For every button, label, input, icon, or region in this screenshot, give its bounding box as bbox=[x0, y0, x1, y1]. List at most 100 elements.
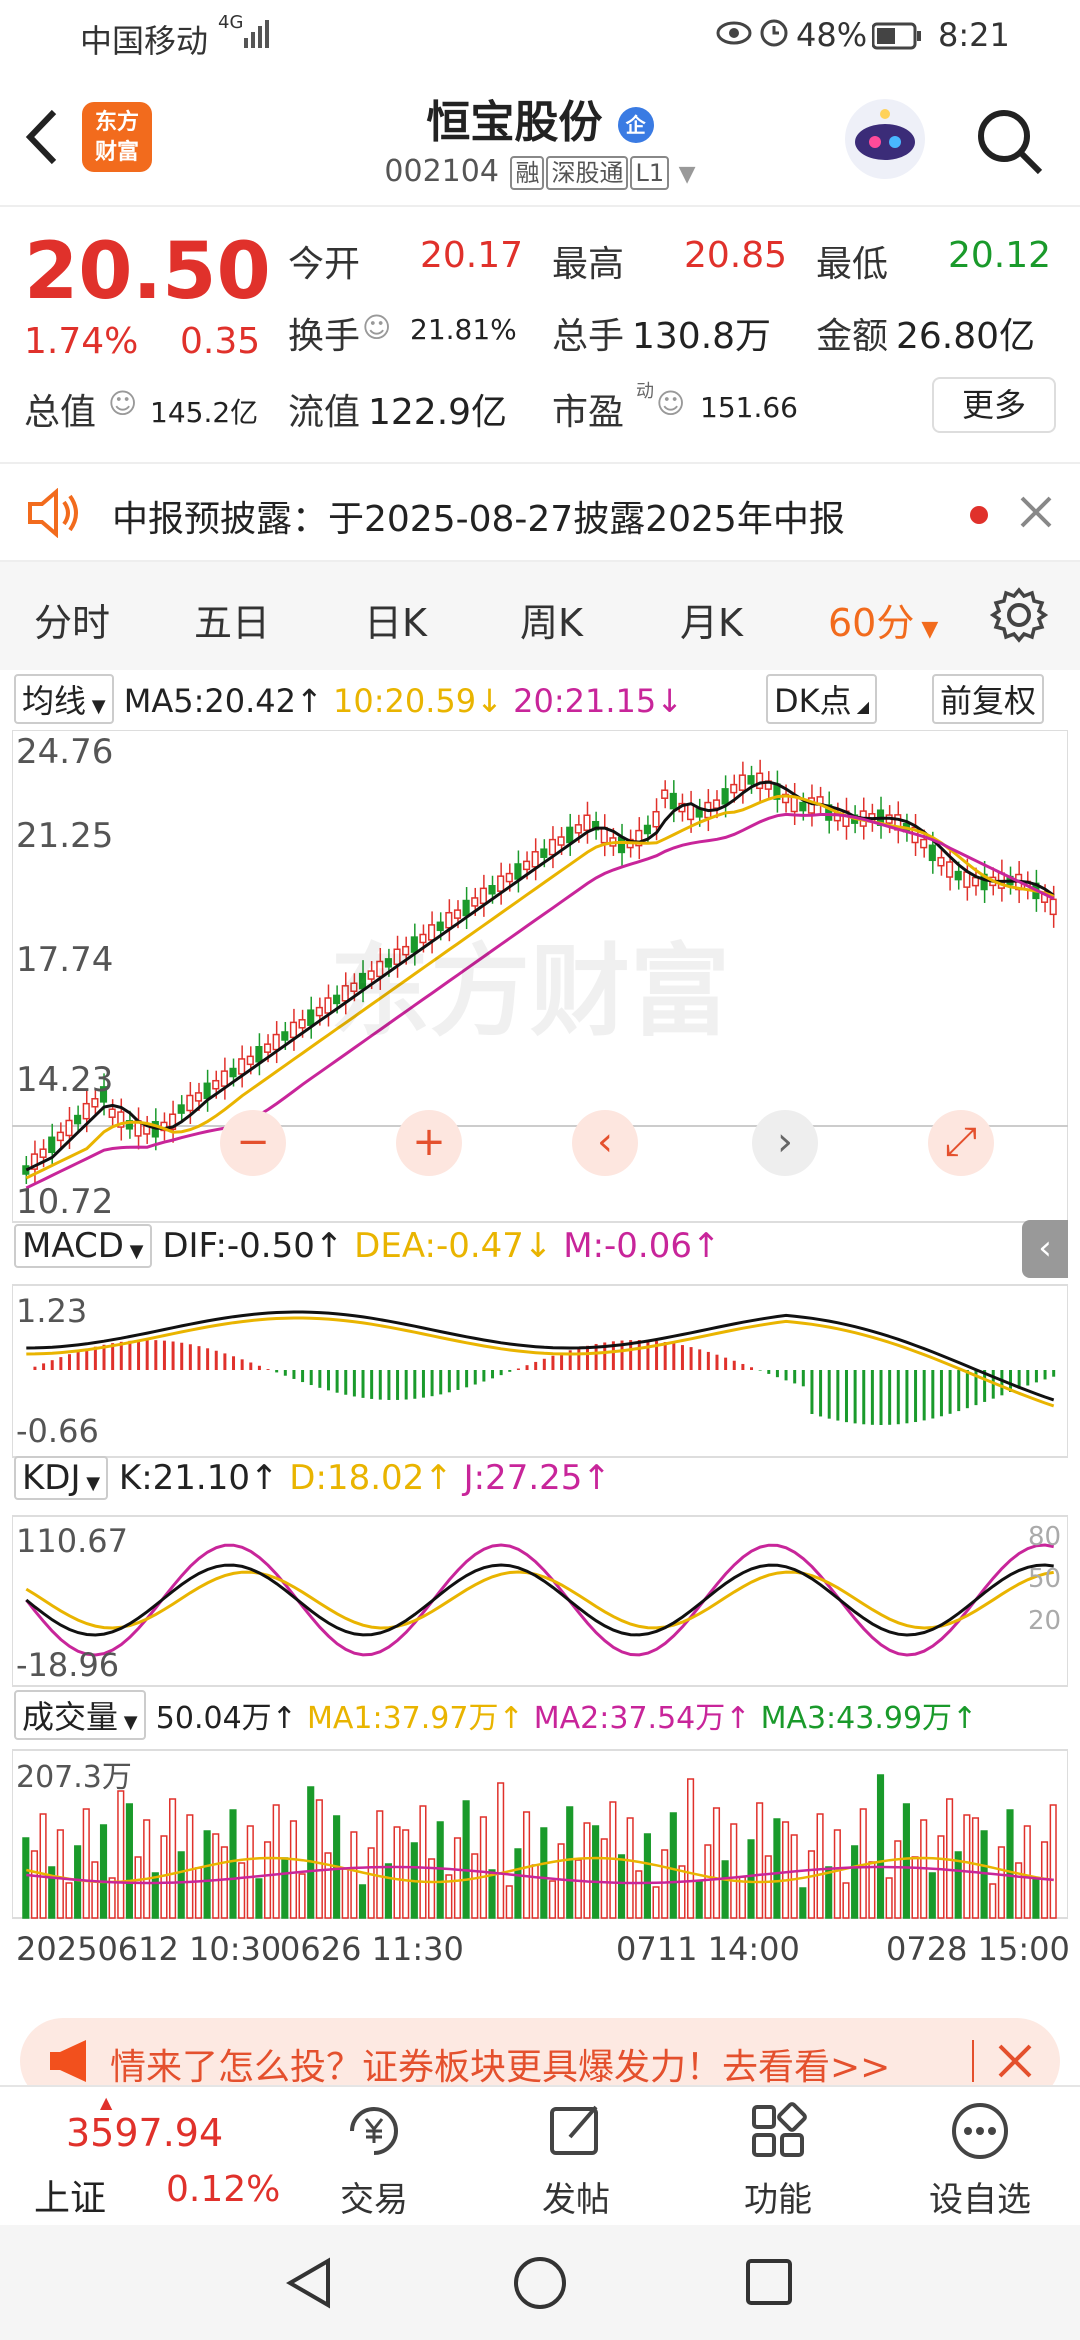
volume-bar bbox=[712, 1807, 721, 1919]
turnover-value: 21.81% bbox=[410, 313, 517, 346]
close-icon[interactable] bbox=[1018, 494, 1054, 534]
close-icon[interactable] bbox=[996, 2042, 1034, 2084]
volume-bar bbox=[678, 1865, 686, 1919]
candlestick bbox=[238, 1058, 246, 1075]
volume-bar bbox=[419, 1805, 427, 1919]
notice-bar[interactable]: 中报预披露：于2025-08-27披露2025年中报 bbox=[0, 462, 1080, 562]
candlestick bbox=[272, 1033, 280, 1051]
macd-selector[interactable]: MACD ▼ bbox=[14, 1224, 152, 1268]
candlestick bbox=[643, 824, 651, 835]
volume-label: 总手 bbox=[552, 316, 625, 357]
adjust-button[interactable]: 前复权 bbox=[932, 674, 1045, 724]
vol-ma1-label: MA1:37.97万↑ bbox=[306, 1701, 524, 1736]
volume-bar bbox=[799, 1887, 807, 1919]
volume-selector[interactable]: 成交量 ▼ bbox=[14, 1690, 146, 1740]
candlestick bbox=[1049, 898, 1057, 916]
nav-trade[interactable]: 交易 bbox=[294, 2099, 454, 2221]
volume-bar bbox=[1006, 1809, 1014, 1919]
robot-avatar-icon[interactable] bbox=[842, 96, 928, 186]
volume-bar bbox=[281, 1857, 289, 1919]
volume-bar bbox=[574, 1859, 582, 1919]
scroll-left-button[interactable]: ‹ bbox=[572, 1110, 638, 1176]
scroll-right-button[interactable]: › bbox=[752, 1110, 818, 1176]
candlestick bbox=[307, 1009, 315, 1026]
d-line bbox=[25, 1570, 1054, 1630]
volume-bar bbox=[453, 1837, 462, 1919]
tab-five-day[interactable]: 五日 bbox=[194, 592, 270, 647]
volume-bar bbox=[436, 1821, 444, 1919]
price-tick: 17.74 bbox=[16, 940, 114, 980]
candlestick bbox=[56, 1131, 64, 1142]
zoom-in-button[interactable]: + bbox=[396, 1110, 462, 1176]
candlestick bbox=[194, 1092, 203, 1102]
nav-set-watchlist[interactable]: 设自选 bbox=[900, 2099, 1060, 2221]
volume-bar bbox=[384, 1863, 392, 1919]
kline-chart[interactable]: 均线 ▼ MA5:20.42↑ 10:20.59↓ 20:21.15↓ DK点 … bbox=[0, 670, 1080, 2000]
j-label: J:27.25↑ bbox=[463, 1458, 611, 1498]
candlestick bbox=[74, 1114, 82, 1125]
more-button[interactable]: 更多 bbox=[932, 377, 1056, 433]
volume-bar bbox=[212, 1833, 220, 1919]
volume-bar bbox=[617, 1854, 626, 1919]
volume-bar bbox=[108, 1877, 116, 1919]
settings-gear-icon[interactable] bbox=[989, 586, 1049, 648]
volume-bar bbox=[790, 1834, 798, 1919]
system-back-icon[interactable] bbox=[282, 2255, 336, 2315]
battery-icon bbox=[871, 20, 922, 58]
fullscreen-button[interactable]: ⤢ bbox=[928, 1110, 994, 1176]
search-icon[interactable] bbox=[974, 106, 1046, 182]
kdj-selector-label: KDJ bbox=[22, 1458, 81, 1498]
volume-value: 130.8万 bbox=[632, 316, 772, 357]
candlestick bbox=[954, 870, 962, 881]
ma-selector[interactable]: 均线 ▼ bbox=[14, 674, 114, 724]
more-dots-icon bbox=[952, 2103, 1008, 2159]
volume-bar bbox=[566, 1806, 574, 1919]
nav-post[interactable]: 发帖 bbox=[496, 2099, 656, 2221]
collapse-panel-button[interactable]: ‹ bbox=[1022, 1220, 1068, 1278]
volume-bar bbox=[143, 1819, 151, 1919]
volume-bar bbox=[307, 1786, 315, 1919]
system-navigation-bar bbox=[0, 2225, 1080, 2340]
candlestick bbox=[82, 1102, 90, 1120]
info-icon[interactable]: ☺ bbox=[362, 311, 391, 344]
tab-monthly-k[interactable]: 月K bbox=[680, 592, 743, 647]
vol-ma3-label: MA3:43.99万↑ bbox=[760, 1701, 978, 1736]
tab-intraday[interactable]: 分时 bbox=[34, 592, 110, 647]
kdj-legend-row: KDJ ▼ K:21.10↑ D:18.02↑ J:27.25↑ bbox=[14, 1456, 611, 1500]
volume-bar bbox=[341, 1868, 349, 1919]
megaphone-icon bbox=[46, 2038, 96, 2088]
caret-down-icon: ▼ bbox=[86, 696, 106, 717]
volume-bar bbox=[911, 1856, 919, 1919]
pe-value: 151.66 bbox=[700, 391, 798, 424]
index-ticker[interactable]: ▲ 3597.94 上证 0.12% bbox=[0, 2087, 280, 2227]
tab-60min[interactable]: 60分 ▼ bbox=[828, 592, 938, 647]
dk-point-button[interactable]: DK点 ◢ bbox=[766, 674, 878, 724]
candlestick bbox=[497, 875, 505, 892]
volume-value: 50.04万↑ bbox=[155, 1701, 297, 1736]
tab-daily-k[interactable]: 日K bbox=[364, 592, 427, 647]
notice-text: 中报预披露：于2025-08-27披露2025年中报 bbox=[112, 499, 845, 540]
info-icon[interactable]: ☺ bbox=[656, 387, 685, 420]
volume-bar bbox=[868, 1861, 876, 1919]
dropdown-icon[interactable]: ▼ bbox=[679, 162, 696, 187]
volume-bar bbox=[298, 1873, 306, 1919]
volume-bar bbox=[557, 1843, 565, 1919]
volume-bar bbox=[22, 1837, 30, 1919]
candlestick bbox=[712, 799, 721, 809]
macd-tick: -0.66 bbox=[16, 1412, 99, 1450]
trade-yuan-icon bbox=[350, 2107, 398, 2155]
nav-functions[interactable]: 功能 bbox=[698, 2099, 858, 2221]
open-value: 20.17 bbox=[420, 235, 524, 276]
candlestick bbox=[540, 848, 548, 858]
volume-bar bbox=[151, 1872, 159, 1919]
zoom-out-button[interactable]: − bbox=[220, 1110, 286, 1176]
system-home-icon[interactable] bbox=[512, 2255, 568, 2315]
system-recents-icon[interactable] bbox=[744, 2257, 794, 2311]
low-label: 最低 bbox=[816, 244, 889, 285]
tab-weekly-k[interactable]: 周K bbox=[520, 592, 583, 647]
index-value: 3597.94 bbox=[66, 2111, 224, 2155]
kdj-selector[interactable]: KDJ ▼ bbox=[14, 1456, 109, 1500]
ma5-label: MA5:20.42↑ bbox=[123, 682, 323, 720]
info-icon[interactable]: ☺ bbox=[108, 387, 137, 420]
candlestick bbox=[557, 836, 565, 846]
